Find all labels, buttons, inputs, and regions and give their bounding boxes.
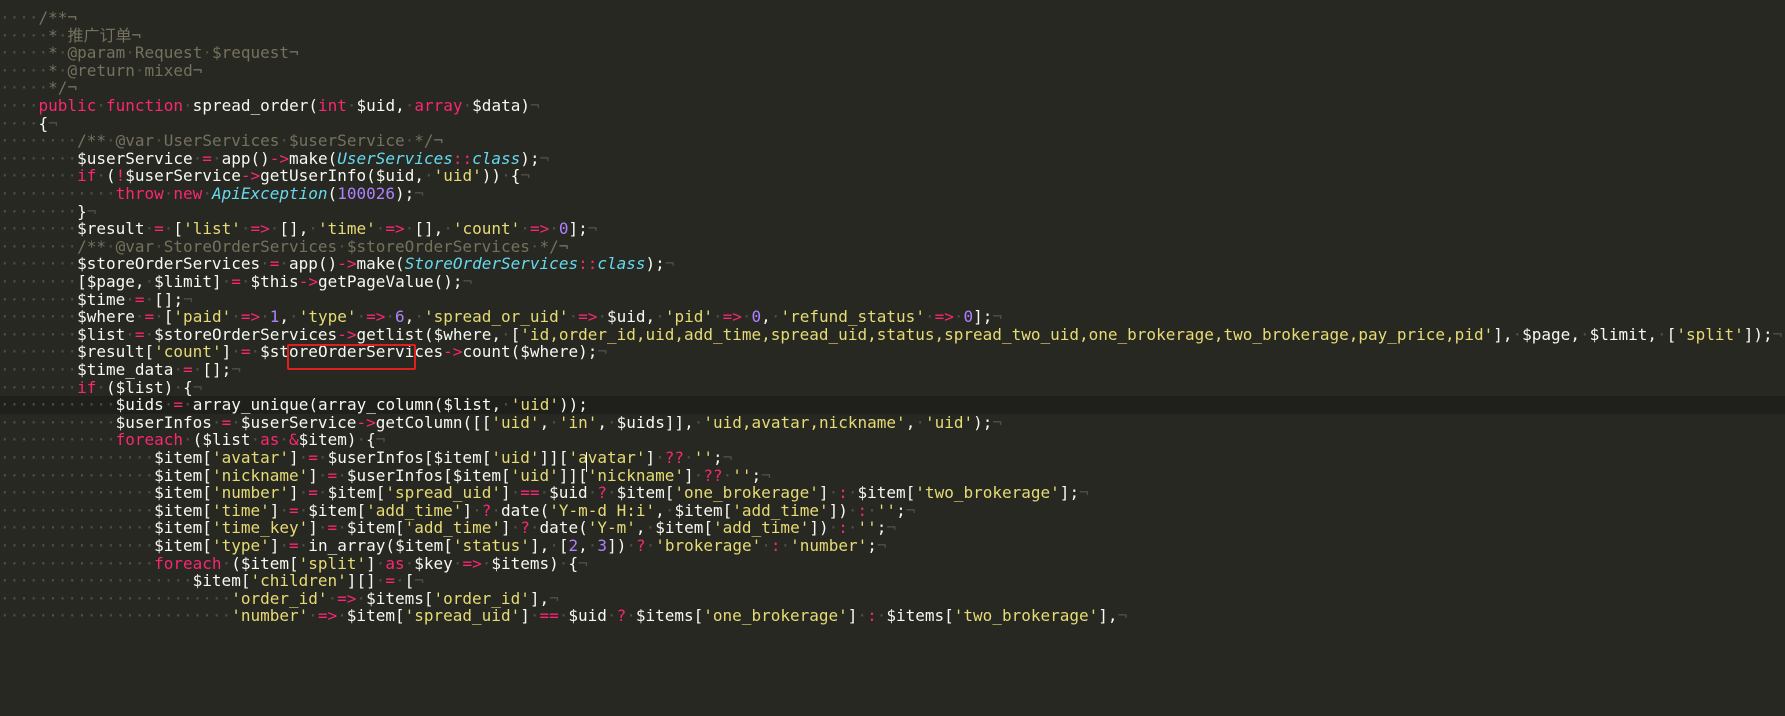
code-line[interactable]: ················$item['type']·=·in_array…: [0, 537, 1785, 555]
code-text: ········[$page,·$limit]·=·$this->getPage…: [0, 272, 473, 291]
code-text: ········if·($list)·{¬: [0, 377, 203, 397]
code-line[interactable]: ····{¬: [0, 113, 1785, 133]
code-line[interactable]: ····················$item['children'][]·…: [0, 572, 1785, 590]
code-text: ················$item['time_key']·=·$ite…: [0, 518, 897, 538]
code-line[interactable]: ·····*/¬: [0, 79, 1785, 97]
code-line[interactable]: ············throw·new·ApiException(10002…: [0, 185, 1785, 203]
code-text: ········}¬: [0, 201, 97, 221]
code-text: ·····*·@return·mixed¬: [0, 60, 203, 80]
code-text: ········$result·=·['list'·=>·[],·'time'·…: [0, 219, 598, 239]
code-text: ········/**·@var·StoreOrderServices·$sto…: [0, 236, 569, 256]
code-text: ················$item['type']·=·in_array…: [0, 536, 887, 555]
code-text: ········$list·=·$storeOrderServices->get…: [0, 324, 1783, 344]
code-line[interactable]: ········}¬: [0, 201, 1785, 221]
code-line[interactable]: ········$where·=·['paid'·=>·1,·'type'·=>…: [0, 308, 1785, 326]
code-line[interactable]: ·····*·@return·mixed¬: [0, 60, 1785, 80]
code-line[interactable]: ········if·($list)·{¬: [0, 377, 1785, 397]
code-text: ····{¬: [0, 113, 58, 133]
code-text: ························'number'·=>·$ite…: [0, 606, 1128, 626]
code-text: ········$userService·=·app()->make(UserS…: [0, 148, 550, 168]
code-text: ········$storeOrderServices·=·app()->mak…: [0, 254, 675, 274]
code-text: ············throw·new·ApiException(10002…: [0, 184, 424, 203]
code-text: ········$time·=·[];¬: [0, 289, 193, 309]
code-text: ················$item['number']·=·$item[…: [0, 483, 1089, 503]
highlight-box: [287, 344, 416, 370]
code-line[interactable]: ········$result·=·['list'·=>·[],·'time'·…: [0, 220, 1785, 238]
code-text: ·····*·@param·Request·$request¬: [0, 43, 299, 63]
code-text: ····················$item['children'][]·…: [0, 571, 424, 591]
code-line[interactable]: ········$result['count']·=·$storeOrderSe…: [0, 343, 1785, 361]
code-text: ········/**·@var·UserServices·$userServi…: [0, 131, 444, 151]
code-text: ················$item['avatar']·=·$userI…: [0, 448, 733, 467]
code-line[interactable]: ············foreach·($list·as·&$item)·{¬: [0, 431, 1785, 449]
code-line[interactable]: ················$item['nickname']·=·$use…: [0, 465, 1785, 485]
code-text: ·····*/¬: [0, 78, 78, 98]
code-text: ········if·(!$userService->getUserInfo($…: [0, 166, 530, 186]
code-text: ············$uids·=·array_unique(array_c…: [0, 395, 588, 415]
code-line[interactable]: ·····*·@param·Request·$request¬: [0, 44, 1785, 62]
code-text: ········$time_data·=·[];¬: [0, 360, 241, 379]
code-text: ····public·function·spread_order(int·$ui…: [0, 96, 540, 115]
code-text: ·····*·推广订单¬: [0, 25, 142, 45]
code-text: ············$userInfos·=·$userService->g…: [0, 412, 1003, 432]
code-text: ················foreach·($item['split']·…: [0, 553, 588, 573]
code-line[interactable]: ················$item['time']·=·$item['a…: [0, 500, 1785, 520]
code-line[interactable]: ············$userInfos·=·$userService->g…: [0, 412, 1785, 432]
code-line[interactable]: ············$uids·=·array_unique(array_c…: [0, 396, 1785, 414]
code-line[interactable]: ················$item['time_key']·=·$ite…: [0, 519, 1785, 537]
code-line[interactable]: ········[$page,·$limit]·=·$this->getPage…: [0, 273, 1785, 291]
code-line[interactable]: ························'number'·=>·$ite…: [0, 607, 1785, 625]
code-editor[interactable]: ····/**¬ ·····*·推广订单¬ ·····*·@param·Reques…: [0, 0, 1785, 716]
code-line[interactable]: ········/**·@var·StoreOrderServices·$sto…: [0, 236, 1785, 256]
code-line[interactable]: ········$time·=·[];¬: [0, 289, 1785, 309]
code-text: ················$item['nickname']·=·$use…: [0, 465, 771, 485]
code-line[interactable]: ····/**¬: [0, 9, 1785, 27]
code-line[interactable]: ········$storeOrderServices·=·app()->mak…: [0, 255, 1785, 273]
code-text: ············foreach·($list·as·&$item)·{¬: [0, 430, 386, 450]
code-text: ················$item['time']·=·$item['a…: [0, 500, 916, 520]
code-text: ········$where·=·['paid'·=>·1,·'type'·=>…: [0, 307, 1003, 327]
code-line[interactable]: ·····*·推广订单¬: [0, 25, 1785, 45]
code-line[interactable]: ········/**·@var·UserServices·$userServi…: [0, 132, 1785, 150]
code-text: ····/**¬: [0, 8, 78, 27]
code-line[interactable]: ················$item['avatar']·=·$userI…: [0, 449, 1785, 467]
code-line[interactable]: ················$item['number']·=·$item[…: [0, 484, 1785, 502]
code-text: ························'order_id'·=>·$i…: [0, 588, 559, 608]
code-line[interactable]: ········$userService·=·app()->make(UserS…: [0, 148, 1785, 168]
code-line[interactable]: ········$time_data·=·[];¬: [0, 361, 1785, 379]
code-line[interactable]: ················foreach·($item['split']·…: [0, 553, 1785, 573]
code-line[interactable]: ········if·(!$userService->getUserInfo($…: [0, 167, 1785, 185]
code-line[interactable]: ························'order_id'·=>·$i…: [0, 588, 1785, 608]
text-cursor: [586, 452, 587, 472]
code-line[interactable]: ····public·function·spread_order(int·$ui…: [0, 97, 1785, 115]
code-line[interactable]: ········$list·=·$storeOrderServices->get…: [0, 324, 1785, 344]
